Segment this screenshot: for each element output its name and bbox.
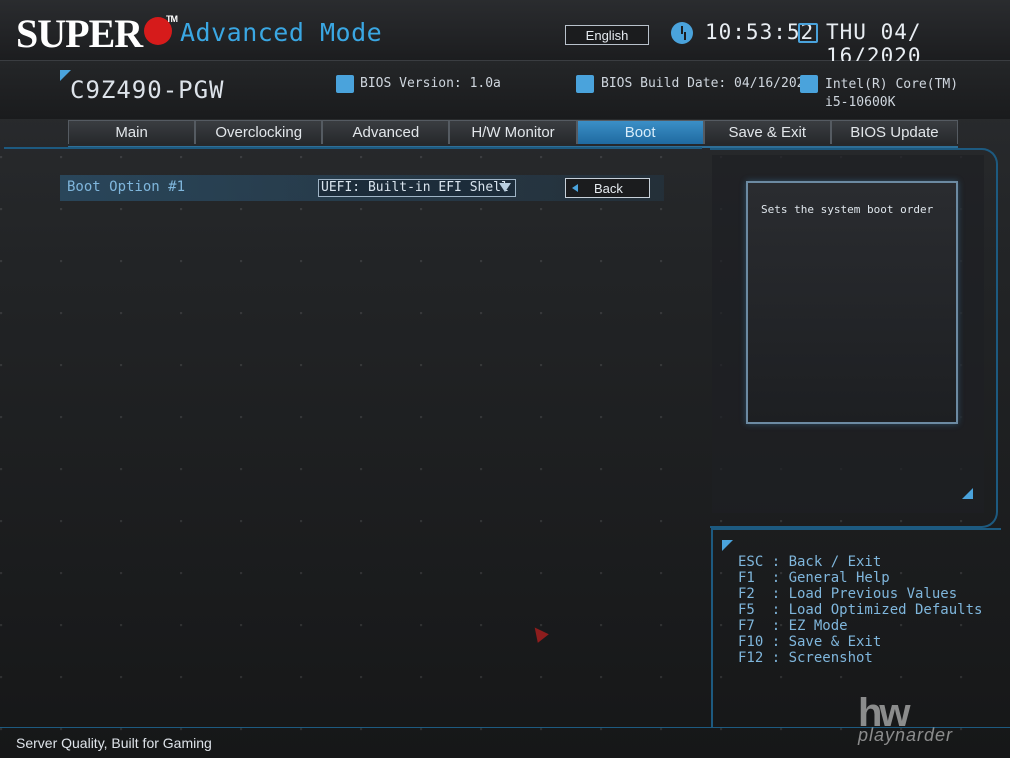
chip-icon: [576, 75, 594, 93]
logo-text: SUPER: [16, 11, 143, 56]
tab-bios-update[interactable]: BIOS Update: [830, 120, 958, 144]
boot-option-value: UEFI: Built-in EFI Shell: [321, 180, 509, 195]
corner-accent-icon: [722, 540, 733, 551]
bios-build-date: BIOS Build Date: 04/16/2020: [601, 76, 813, 91]
clock-icon: [671, 22, 693, 44]
boot-option-select[interactable]: UEFI: Built-in EFI Shell: [318, 179, 516, 197]
logo-trademark: TM: [166, 14, 178, 24]
tab-hw-monitor[interactable]: H/W Monitor: [449, 120, 577, 144]
cpu-line-1: Intel(R) Core(TM): [825, 77, 959, 92]
key-f2: F2 : Load Previous Values: [738, 586, 958, 602]
watermark-small: playnarder: [858, 725, 954, 745]
cpu-info: Intel(R) Core(TM) i5-10600K: [825, 76, 958, 112]
language-button[interactable]: English: [565, 25, 649, 45]
watermark-logo: hw playnarder: [858, 693, 953, 746]
supermicro-logo: SUPER TM: [16, 10, 178, 57]
help-box: [746, 181, 958, 424]
key-f1: F1 : General Help: [738, 570, 890, 586]
board-model: C9Z490-PGW: [70, 76, 225, 104]
key-f7: F7 : EZ Mode: [738, 618, 848, 634]
cpu-line-2: i5-10600K: [825, 95, 896, 110]
back-arrow-icon: [572, 184, 578, 192]
bios-version: BIOS Version: 1.0a: [360, 76, 501, 91]
tab-save-exit[interactable]: Save & Exit: [703, 120, 831, 144]
cpu-icon: [800, 75, 818, 93]
tab-overclocking[interactable]: Overclocking: [195, 120, 323, 144]
tab-main[interactable]: Main: [68, 120, 196, 144]
key-esc: ESC : Back / Exit: [738, 554, 882, 570]
tab-bar: Main Overclocking Advanced H/W Monitor B…: [68, 120, 958, 148]
main-panel: [4, 147, 702, 729]
boot-option-label: Boot Option #1: [67, 179, 186, 195]
help-text: Sets the system boot order: [761, 203, 934, 216]
dropdown-arrow-icon: [499, 183, 511, 192]
back-button-label: Back: [594, 181, 623, 196]
key-legend: ESC : Back / Exit F1 : General Help F2 :…: [738, 554, 982, 666]
key-f12: F12 : Screenshot: [738, 650, 873, 666]
mode-title: Advanced Mode: [180, 18, 383, 47]
back-button[interactable]: Back: [565, 178, 650, 198]
footer-slogan: Server Quality, Built for Gaming: [16, 735, 212, 751]
key-f10: F10 : Save & Exit: [738, 634, 882, 650]
tab-advanced[interactable]: Advanced: [322, 120, 450, 144]
calendar-icon: [798, 23, 818, 43]
corner-accent-icon: [962, 488, 973, 499]
tab-boot[interactable]: Boot: [576, 120, 704, 144]
key-f5: F5 : Load Optimized Defaults: [738, 602, 983, 618]
chip-icon: [336, 75, 354, 93]
